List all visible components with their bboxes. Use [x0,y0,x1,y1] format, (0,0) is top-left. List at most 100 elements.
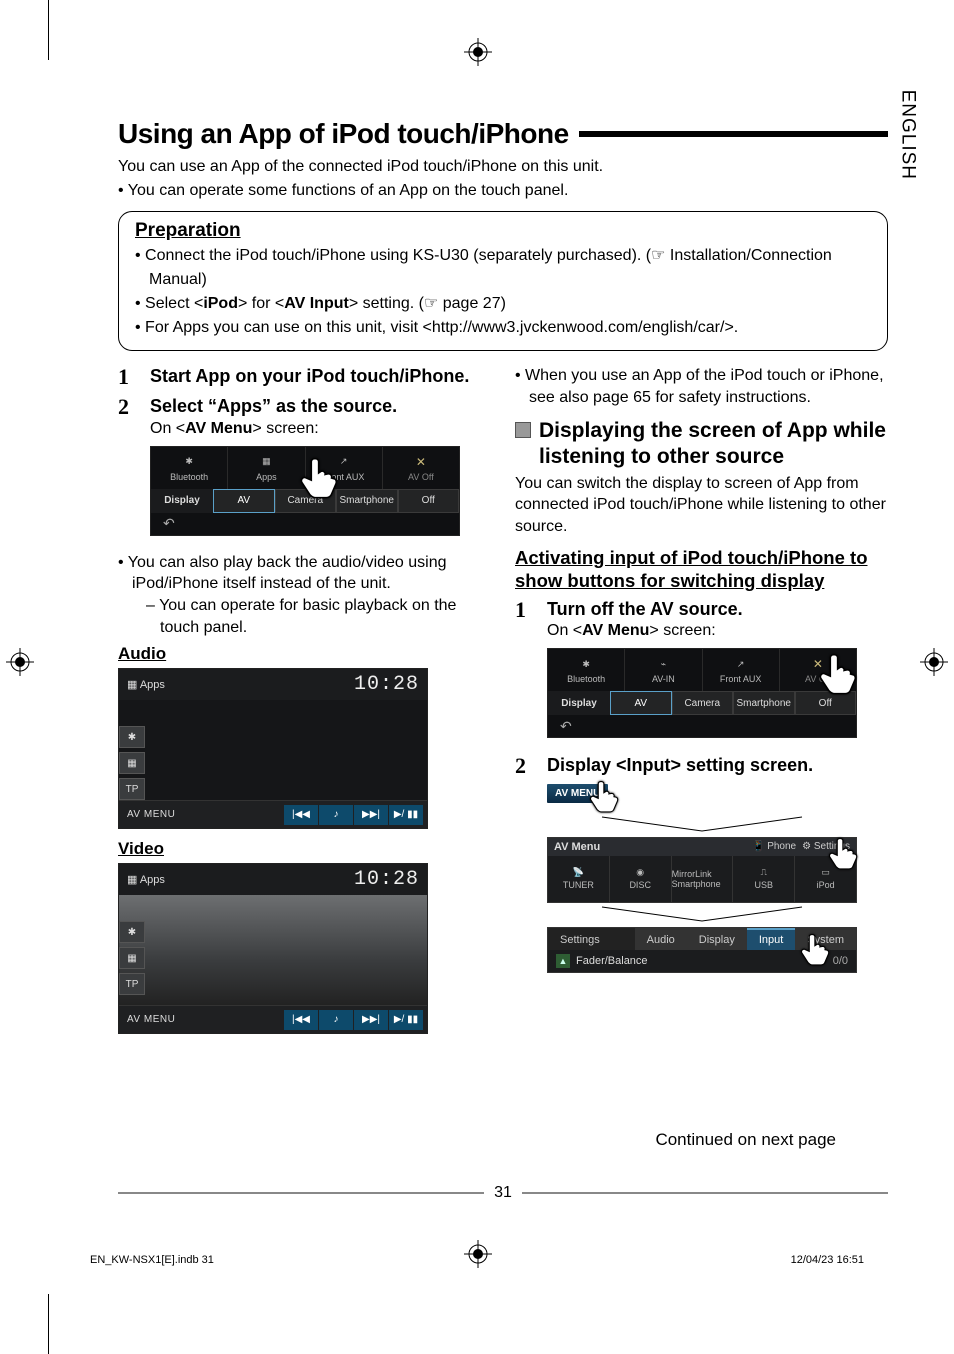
music-button[interactable]: ♪ [319,805,353,825]
intro-text: You can use an App of the connected iPod… [118,158,603,175]
flow-arrow-icon [547,903,857,927]
tp-button[interactable]: TP [119,973,145,995]
pill-camera[interactable]: Camera [672,691,734,715]
source-badge: ▦ Apps [127,873,165,886]
page-title: Using an App of iPod touch/iPhone [118,118,569,150]
body-bullet: When you use an App of the iPod touch or… [515,365,888,408]
intro-bullet: You can operate some functions of an App… [118,180,888,202]
step-title: Start App on your iPod touch/iPhone. [150,365,491,388]
pill-av[interactable]: AV [213,489,275,513]
setting-row-label: Fader/Balance [576,955,648,967]
prev-button[interactable]: |◀◀ [284,805,318,825]
tab-display[interactable]: Display [687,928,747,950]
body-bullet: You can also play back the audio/video u… [118,552,491,638]
caret-up-icon[interactable]: ▲ [556,954,570,968]
prev-button[interactable]: |◀◀ [284,1010,318,1030]
hand-pointer-icon [587,777,623,813]
screenshot-flow: AV MENU AV Menu 📱 [547,783,857,973]
hand-pointer-icon [297,453,343,499]
panel-title: AV Menu [554,841,600,853]
bluetooth-icon[interactable]: ✱ [119,726,145,748]
language-tab: ENGLISH [896,90,918,180]
footer-rule: 31 [118,1184,888,1202]
pill-off[interactable]: Off [398,489,460,513]
tab-apps[interactable]: ▦Apps [228,447,305,489]
pointer-icon: ☞ [424,295,438,312]
play-pause-button[interactable]: ▶/ ▮▮ [389,805,423,825]
music-button[interactable]: ♪ [319,1010,353,1030]
back-icon[interactable]: ↶ [548,715,856,737]
row-label: Display [548,691,610,715]
flow-arrow-icon [547,813,857,837]
step-number: 2 [118,395,150,546]
settings-title: Settings [548,928,635,950]
prep-item: Connect the iPod touch/iPhone using KS-U… [135,244,871,292]
tab-input[interactable]: Input [747,928,795,950]
tab-av-in[interactable]: ⌁AV-IN [625,649,702,691]
tab-front-aux[interactable]: ↗Front AUX [703,649,780,691]
step-subtext: On <AV Menu> screen: [150,420,491,438]
tab-audio[interactable]: Audio [635,928,687,950]
hand-pointer-icon [826,834,862,870]
source-mirrorlink[interactable]: MirrorLink Smartphone [672,856,734,902]
step-subtext: On <AV Menu> screen: [547,622,888,640]
tab-av-off[interactable]: AV Off [383,447,459,489]
setting-row-value: 0/0 [833,955,848,967]
pointer-icon: ☞ [651,247,665,264]
screenshot-av-menu: ✱Bluetooth ▦Apps ↗Front AUX AV Off Displ… [150,446,460,536]
audio-label: Audio [118,644,491,664]
continued-text: Continued on next page [655,1130,836,1150]
preparation-box: Preparation Connect the iPod touch/iPhon… [118,211,888,351]
next-button[interactable]: ▶▶| [354,1010,388,1030]
back-icon[interactable]: ↶ [151,513,459,535]
video-label: Video [118,839,491,859]
screenshot-video-player: ▦ Apps 10:28 ✱ ▦ TP AV MENU |◀◀ ♪ ▶▶| [118,863,428,1034]
grid-icon[interactable]: ▦ [119,947,145,969]
section-body: You can switch the display to screen of … [515,473,888,538]
next-button[interactable]: ▶▶| [354,805,388,825]
page-number: 31 [494,1184,512,1202]
prep-item: Select <iPod> for <AV Input> setting. (☞… [135,292,871,316]
step-title: Select “Apps” as the source. [150,395,491,418]
prep-item: For Apps you can use on this unit, visit… [135,316,871,340]
pill-smartphone[interactable]: Smartphone [733,691,795,715]
preparation-heading: Preparation [135,220,871,242]
av-menu-panel: AV Menu 📱 Phone ⚙ Settings 📡TUNER ◉DISC … [547,837,857,903]
play-pause-button[interactable]: ▶/ ▮▮ [389,1010,423,1030]
step-number: 1 [118,365,150,389]
phone-button[interactable]: 📱 Phone [752,841,796,852]
page-content: ENGLISH Using an App of iPod touch/iPhon… [118,118,888,1044]
body-sub-bullet: You can operate for basic playback on th… [132,595,491,638]
source-badge: ▦ Apps [127,678,165,691]
hand-pointer-icon [816,649,862,695]
footer-timestamp: 12/04/23 16:51 [791,1254,864,1266]
pill-av[interactable]: AV [610,691,672,715]
tp-button[interactable]: TP [119,778,145,800]
clock: 10:28 [354,868,419,891]
footer-file: EN_KW-NSX1[E].indb 31 [90,1254,214,1266]
section-square-icon [515,422,531,438]
bluetooth-icon[interactable]: ✱ [119,921,145,943]
step-title: Display <Input> setting screen. [547,754,888,777]
section-heading: Displaying the screen of App while liste… [539,418,888,468]
registration-mark [464,38,492,66]
title-rule [579,131,888,137]
clock: 10:28 [354,673,419,696]
registration-mark [920,648,948,676]
source-disc[interactable]: ◉DISC [610,856,672,902]
registration-mark [6,648,34,676]
settings-panel: Settings Audio Display Input System ▲ Fa… [547,927,857,973]
av-menu-button[interactable]: AV MENU [119,809,183,820]
source-usb[interactable]: ⎍USB [733,856,795,902]
av-menu-button[interactable]: AV MENU [119,1014,183,1025]
source-tuner[interactable]: 📡TUNER [548,856,610,902]
step-title: Turn off the AV source. [547,598,888,621]
hand-pointer-icon [798,930,834,966]
tab-bluetooth[interactable]: ✱Bluetooth [151,447,228,489]
tab-bluetooth[interactable]: ✱Bluetooth [548,649,625,691]
step-number: 2 [515,754,547,973]
subsection-heading: Activating input of iPod touch/iPhone to… [515,546,888,592]
screenshot-audio-player: ▦ Apps 10:28 ✱ ▦ TP AV MENU |◀◀ ♪ ▶▶| [118,668,428,829]
pill-smartphone[interactable]: Smartphone [336,489,398,513]
grid-icon[interactable]: ▦ [119,752,145,774]
